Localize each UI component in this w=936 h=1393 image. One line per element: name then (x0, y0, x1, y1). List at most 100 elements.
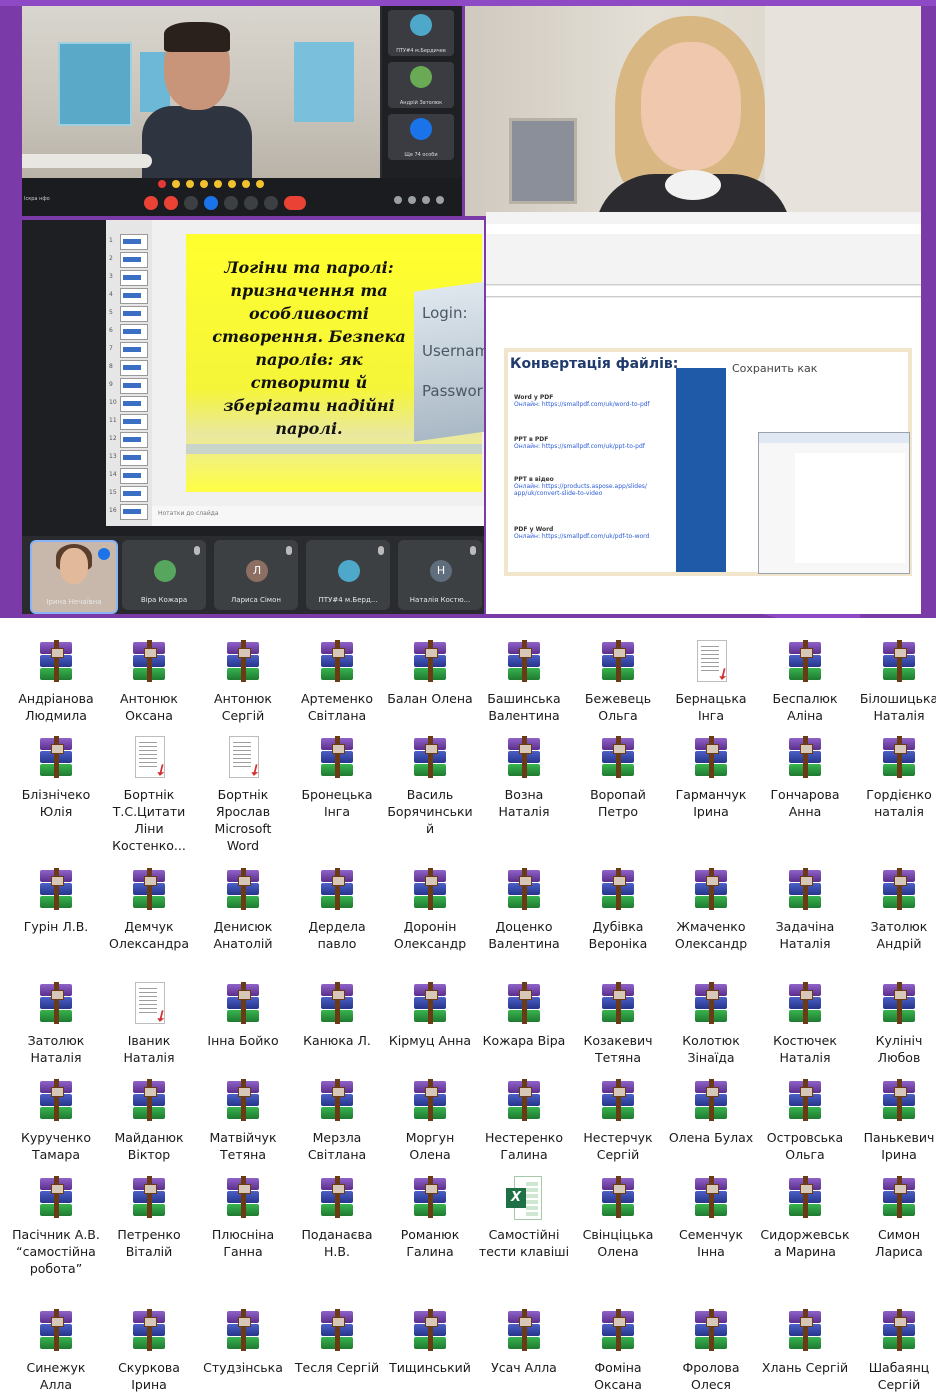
participant-thumb[interactable]: Андрій Затолюк (388, 62, 454, 108)
file-item[interactable]: Тищинський (384, 1309, 476, 1376)
slide-thumbnail[interactable]: 1 (109, 234, 148, 250)
emoji-icon[interactable] (214, 180, 222, 188)
file-item[interactable]: Канюка Л. (291, 982, 383, 1049)
file-item[interactable]: Плюсніна Ганна (197, 1176, 289, 1260)
file-item[interactable]: Мерзла Світлана (291, 1079, 383, 1163)
slide-thumbnail[interactable]: 15 (109, 486, 148, 502)
slide-thumbnail[interactable]: 10 (109, 396, 148, 412)
file-item[interactable]: Антонюк Оксана (103, 640, 195, 724)
file-item[interactable]: Сидоржевська Марина (759, 1176, 851, 1260)
backstage-sidebar[interactable] (676, 368, 726, 572)
file-item[interactable]: Башинська Валентина (478, 640, 570, 724)
file-item[interactable]: Шабаянц Сергій (853, 1309, 936, 1393)
hang-up-icon[interactable] (284, 196, 306, 210)
file-item[interactable]: Гурін Л.В. (10, 868, 102, 935)
file-item[interactable]: Поданаєва Н.В. (291, 1176, 383, 1260)
more-icon[interactable] (264, 196, 278, 210)
people-icon[interactable] (408, 196, 416, 204)
emoji-icon[interactable] (242, 180, 250, 188)
participant-thumb[interactable]: Ще 74 особи (388, 114, 454, 160)
reactions-bar[interactable] (22, 154, 152, 168)
file-item[interactable]: Пасічник А.В. “самостійна робота” (10, 1176, 102, 1277)
file-item[interactable]: Симон Лариса (853, 1176, 936, 1260)
file-item[interactable]: Козакевич Тетяна (572, 982, 664, 1066)
file-item[interactable]: Усач Алла (478, 1309, 570, 1376)
more-options-icon[interactable] (244, 196, 258, 210)
chat-icon[interactable] (422, 196, 430, 204)
present-icon[interactable] (204, 196, 218, 210)
camera-icon[interactable] (164, 196, 178, 210)
file-item[interactable]: Інна Бойко (197, 982, 289, 1049)
file-item[interactable]: Фролова Олеся (665, 1309, 757, 1393)
file-item[interactable]: Костючек Наталія (759, 982, 851, 1066)
file-item[interactable]: Хлань Сергій (759, 1309, 851, 1376)
file-item[interactable]: Тесля Сергій (291, 1309, 383, 1376)
file-item[interactable]: Бежевець Ольга (572, 640, 664, 724)
emoji-icon[interactable] (158, 180, 166, 188)
file-item[interactable]: Василь Борячинський (384, 736, 476, 837)
file-item[interactable]: Андріанова Людмила (10, 640, 102, 724)
file-item[interactable]: Антонюк Сергій (197, 640, 289, 724)
file-item[interactable]: Гарманчук Ірина (665, 736, 757, 820)
notes-pane[interactable]: Нотатки до слайда (152, 506, 484, 526)
raise-hand-icon[interactable] (224, 196, 238, 210)
activities-icon[interactable] (436, 196, 444, 204)
file-item[interactable]: Доценко Валентина (478, 868, 570, 952)
file-item[interactable]: Фоміна Оксана (572, 1309, 664, 1393)
file-item[interactable]: Скуркова Ірина (103, 1309, 195, 1393)
file-item[interactable]: Курученко Тамара (10, 1079, 102, 1163)
mic-icon[interactable] (144, 196, 158, 210)
file-item[interactable]: Гончарова Анна (759, 736, 851, 820)
file-item[interactable]: Блізнічеко Юлія (10, 736, 102, 820)
file-item[interactable]: Балан Олена (384, 640, 476, 707)
file-item[interactable]: Нестерчук Сергій (572, 1079, 664, 1163)
file-item[interactable]: Денисюк Анатолій (197, 868, 289, 952)
file-item[interactable]: Воропай Петро (572, 736, 664, 820)
file-item[interactable]: Матвійчук Тетяна (197, 1079, 289, 1163)
file-item[interactable]: Нестеренко Галина (478, 1079, 570, 1163)
file-item[interactable]: Доронін Олександр (384, 868, 476, 952)
slide-thumbnail[interactable]: 4 (109, 288, 148, 304)
slide-thumbnail[interactable]: 12 (109, 432, 148, 448)
file-item[interactable]: Панькевич Ірина (853, 1079, 936, 1163)
participant-tile[interactable]: Н Наталія Костю... (398, 540, 482, 610)
slide-thumbnail[interactable]: 6 (109, 324, 148, 340)
file-item[interactable]: Беспалюк Аліна (759, 640, 851, 724)
file-item[interactable]: Романюк Галина (384, 1176, 476, 1260)
file-item[interactable]: Моргун Олена (384, 1079, 476, 1163)
file-item[interactable]: Семенчук Інна (665, 1176, 757, 1260)
file-item[interactable]: Задачіна Наталія (759, 868, 851, 952)
info-icon[interactable] (394, 196, 402, 204)
file-item[interactable]: Дубівка Вероніка (572, 868, 664, 952)
slide-thumbnail[interactable]: 8 (109, 360, 148, 376)
file-item[interactable]: Колотюк Зінаїда (665, 982, 757, 1066)
slide-thumbnail[interactable]: 11 (109, 414, 148, 430)
file-item[interactable]: Студзінська (197, 1309, 289, 1376)
file-item[interactable]: Кулініч Любов (853, 982, 936, 1066)
ribbon-toolbar[interactable] (486, 212, 921, 285)
slide-thumbnail[interactable]: 16 (109, 504, 148, 520)
file-item[interactable]: Свінціцька Олена (572, 1176, 664, 1260)
file-item[interactable]: Синежук Алла (10, 1309, 102, 1393)
participant-thumb[interactable]: ПТУ#4 м.Бердичев (388, 10, 454, 56)
file-item[interactable]: Дердела павло (291, 868, 383, 952)
file-item[interactable]: Жмаченко Олександр (665, 868, 757, 952)
emoji-icon[interactable] (200, 180, 208, 188)
captions-icon[interactable] (184, 196, 198, 210)
emoji-icon[interactable] (186, 180, 194, 188)
file-item[interactable]: Майданюк Віктор (103, 1079, 195, 1163)
participant-tile-self[interactable]: Ірина Нечаївна (30, 540, 118, 614)
file-item[interactable]: Островська Ольга (759, 1079, 851, 1163)
file-item[interactable]: ⭣ Бортнік Т.С.Цитати Ліни Костенко... (103, 736, 195, 854)
file-item[interactable]: Демчук Олександра (103, 868, 195, 952)
participant-tile[interactable]: Л Лариса Сімон (214, 540, 298, 610)
file-list[interactable] (795, 453, 905, 563)
file-item[interactable]: Бронецька Інга (291, 736, 383, 820)
file-item[interactable]: Петренко Віталій (103, 1176, 195, 1260)
file-item[interactable]: Кірмуц Анна (384, 982, 476, 1049)
slide-thumbnail[interactable]: 2 (109, 252, 148, 268)
file-item[interactable]: ⭣ Бернацька Інга (665, 640, 757, 724)
slide-thumbnail[interactable]: 5 (109, 306, 148, 322)
ribbon-tabs[interactable] (486, 224, 921, 234)
emoji-icon[interactable] (256, 180, 264, 188)
